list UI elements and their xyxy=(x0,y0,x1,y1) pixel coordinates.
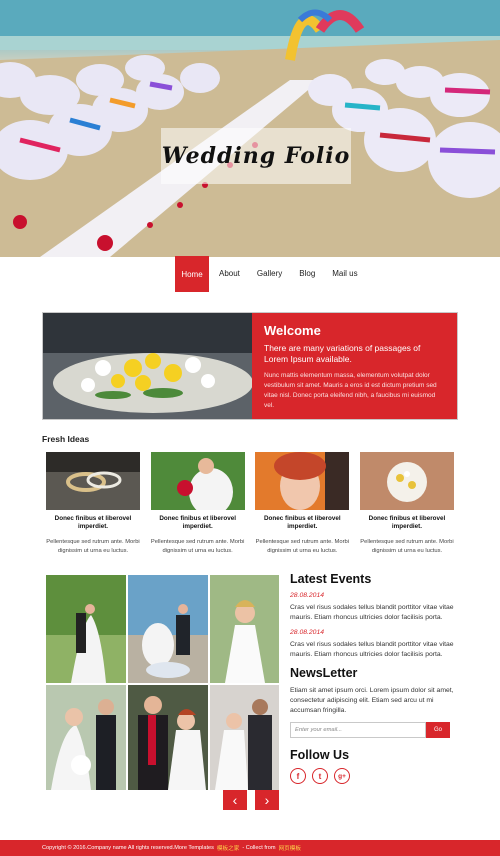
welcome-body: Nunc mattis elementum massa, elementum v… xyxy=(264,372,437,409)
hero-banner: Wedding Folio xyxy=(0,0,500,257)
nav-mail-us[interactable]: Mail us xyxy=(325,256,364,290)
idea-text: Pellentesque sed rutrum ante. Morbi dign… xyxy=(255,539,350,554)
nav-about[interactable]: About xyxy=(212,256,247,290)
gallery-photo[interactable] xyxy=(128,685,208,790)
facebook-icon[interactable]: f xyxy=(290,768,306,784)
fresh-ideas-heading: Fresh Ideas xyxy=(42,434,90,444)
bouquet-closeup-image[interactable] xyxy=(359,452,454,510)
welcome-subtitle: There are many variations of passages of… xyxy=(264,343,421,364)
footer: Copyright © 2016.Company name All rights… xyxy=(0,840,500,856)
idea-title[interactable]: Donec finibus et liberovel imperdiet. xyxy=(255,515,349,531)
welcome-panel: Welcome There are many variations of pas… xyxy=(252,313,457,419)
idea-text: Pellentesque sed rutrum ante. Morbi dign… xyxy=(46,539,140,554)
email-input[interactable]: Enter your email... xyxy=(290,722,426,738)
idea-text: Pellentesque sed rutrum ante. Morbi dign… xyxy=(360,539,454,554)
site-title: Wedding Folio xyxy=(161,143,351,169)
go-button[interactable]: Go xyxy=(426,722,450,738)
welcome-title: Welcome xyxy=(264,323,321,338)
templates-link[interactable]: 模板之家 xyxy=(217,844,239,852)
idea-title[interactable]: Donec finibus et liberovel imperdiet. xyxy=(46,515,140,531)
prev-arrow-icon[interactable]: ‹ xyxy=(223,790,247,810)
idea-text: Pellentesque sed rutrum ante. Morbi dign… xyxy=(150,539,245,554)
fresh-ideas-list: Donec finibus et liberovel imperdiet. Pe… xyxy=(46,452,454,556)
latest-events-heading: Latest Events xyxy=(290,572,372,586)
nav-gallery[interactable]: Gallery xyxy=(250,256,289,290)
idea-card: Donec finibus et liberovel imperdiet. Pe… xyxy=(255,452,350,556)
idea-title[interactable]: Donec finibus et liberovel imperdiet. xyxy=(151,515,245,531)
social-icons: f t g+ xyxy=(290,768,454,784)
gallery-photo[interactable] xyxy=(46,685,126,790)
gallery-photo[interactable] xyxy=(46,575,126,683)
google-plus-icon[interactable]: g+ xyxy=(334,768,350,784)
bouquet-image xyxy=(43,313,252,419)
red-hair-bride-image[interactable] xyxy=(255,452,350,510)
newsletter-form: Enter your email... Go xyxy=(290,722,454,738)
nav-blog[interactable]: Blog xyxy=(292,256,322,290)
gallery-arrows: ‹ › xyxy=(223,790,287,810)
event-date: 28.08.2014 xyxy=(290,592,325,599)
idea-title[interactable]: Donec finibus et liberovel imperdiet. xyxy=(360,515,454,531)
next-arrow-icon[interactable]: › xyxy=(255,790,279,810)
rings-image[interactable] xyxy=(46,452,140,510)
nav-home[interactable]: Home xyxy=(175,256,209,292)
idea-card: Donec finibus et liberovel imperdiet. Pe… xyxy=(46,452,140,556)
idea-card: Donec finibus et liberovel imperdiet. Pe… xyxy=(150,452,245,556)
event-text: Cras vel risus sodales tellus blandit po… xyxy=(290,604,454,621)
bride-red-flowers-image[interactable] xyxy=(150,452,245,510)
idea-card: Donec finibus et liberovel imperdiet. Pe… xyxy=(359,452,454,556)
gallery-photo[interactable] xyxy=(210,575,279,683)
collect-text: - Collect from xyxy=(242,845,276,851)
twitter-icon[interactable]: t xyxy=(312,768,328,784)
event-text: Cras vel risus sodales tellus blandit po… xyxy=(290,641,454,658)
welcome-section: Welcome There are many variations of pas… xyxy=(42,312,458,420)
event-date: 28.08.2014 xyxy=(290,629,325,636)
copyright-text: Copyright © 2016.Company name All rights… xyxy=(42,845,214,851)
main-nav: Home About Gallery Blog Mail us xyxy=(175,256,368,292)
gallery-photo[interactable] xyxy=(128,575,208,683)
photo-gallery xyxy=(46,575,279,790)
hero-title-box: Wedding Folio xyxy=(161,128,351,184)
newsletter-text: Etiam sit amet ipsum orci. Lorem ipsum d… xyxy=(290,687,454,714)
web-templates-link[interactable]: 网页模板 xyxy=(279,844,301,852)
sidebar-right: Latest Events 28.08.2014 Cras vel risus … xyxy=(290,572,454,784)
follow-heading: Follow Us xyxy=(290,748,350,762)
gallery-photo[interactable] xyxy=(210,685,279,790)
newsletter-heading: NewsLetter xyxy=(290,666,358,680)
